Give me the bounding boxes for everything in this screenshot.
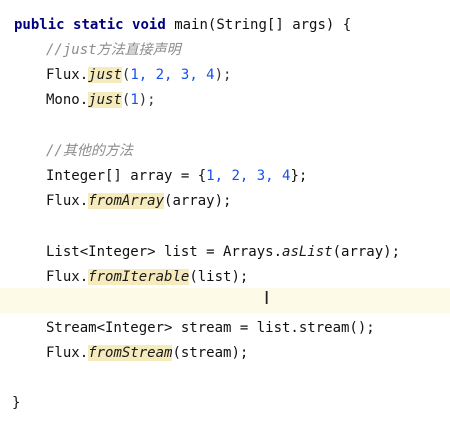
mono-just-number: 1 [130,92,139,108]
stream-decl-line[interactable]: Stream<Integer> stream = list.stream(); [0,316,450,341]
flux-fromiterable-receiver: Flux. [46,269,89,285]
array-decl-prefix: Integer[] array = { [46,168,207,184]
flux-fromarray-receiver: Flux. [46,193,89,209]
flux-fromarray-line[interactable]: Flux.fromArray(array); [0,189,450,214]
comment-other: //其他的方法 [46,143,133,159]
code-editor[interactable]: public static void main(String[] args) {… [0,0,450,427]
keyword-void: void [132,17,166,33]
flux-fromstream-line[interactable]: Flux.fromStream(stream); [0,341,450,366]
current-caret-line[interactable] [0,288,450,313]
flux-fromiterable-method: fromIterable [88,269,190,285]
array-decl-line[interactable]: Integer[] array = {1, 2, 3, 4}; [0,164,450,189]
comment-line-other[interactable]: //其他的方法 [0,139,450,164]
closing-brace: } [12,395,21,411]
mono-just-close: ); [138,92,156,108]
flux-fromiterable-args: (list); [189,269,249,285]
list-decl-aslist-method: asList [282,244,333,260]
list-decl-line[interactable]: List<Integer> list = Arrays.asList(array… [0,240,450,265]
list-decl-args: (array); [332,244,401,260]
comment-just: //just方法直接声明 [46,42,181,58]
mono-just-method: just [88,92,122,108]
flux-fromstream-args: (stream); [172,345,249,361]
closing-brace-line[interactable]: } [0,391,450,416]
flux-just-receiver: Flux. [46,67,89,83]
flux-fromstream-method: fromStream [88,345,173,361]
comment-line-just[interactable]: //just方法直接声明 [0,38,450,63]
flux-fromstream-receiver: Flux. [46,345,89,361]
mono-just-receiver: Mono. [46,92,89,108]
method-signature-line[interactable]: public static void main(String[] args) { [0,13,450,38]
mono-just-line[interactable]: Mono.just(1); [0,88,450,113]
flux-just-line[interactable]: Flux.just(1, 2, 3, 4); [0,63,450,88]
flux-just-method: just [88,67,122,83]
keyword-public: public [14,17,65,33]
flux-just-numbers: 1, 2, 3, 4 [130,67,215,83]
flux-fromarray-method: fromArray [88,193,165,209]
flux-just-close: ); [214,67,232,83]
array-decl-suffix: }; [290,168,308,184]
array-decl-numbers: 1, 2, 3, 4 [206,168,291,184]
list-decl-prefix: List<Integer> list = Arrays. [46,244,283,260]
method-signature-rest: main(String[] args) { [174,17,352,33]
keyword-static: static [73,17,124,33]
stream-decl: Stream<Integer> stream = list.stream(); [46,320,375,336]
flux-fromiterable-line[interactable]: Flux.fromIterable(list); [0,265,450,290]
text-cursor-icon: I [264,288,270,309]
flux-fromarray-args: (array); [164,193,232,209]
